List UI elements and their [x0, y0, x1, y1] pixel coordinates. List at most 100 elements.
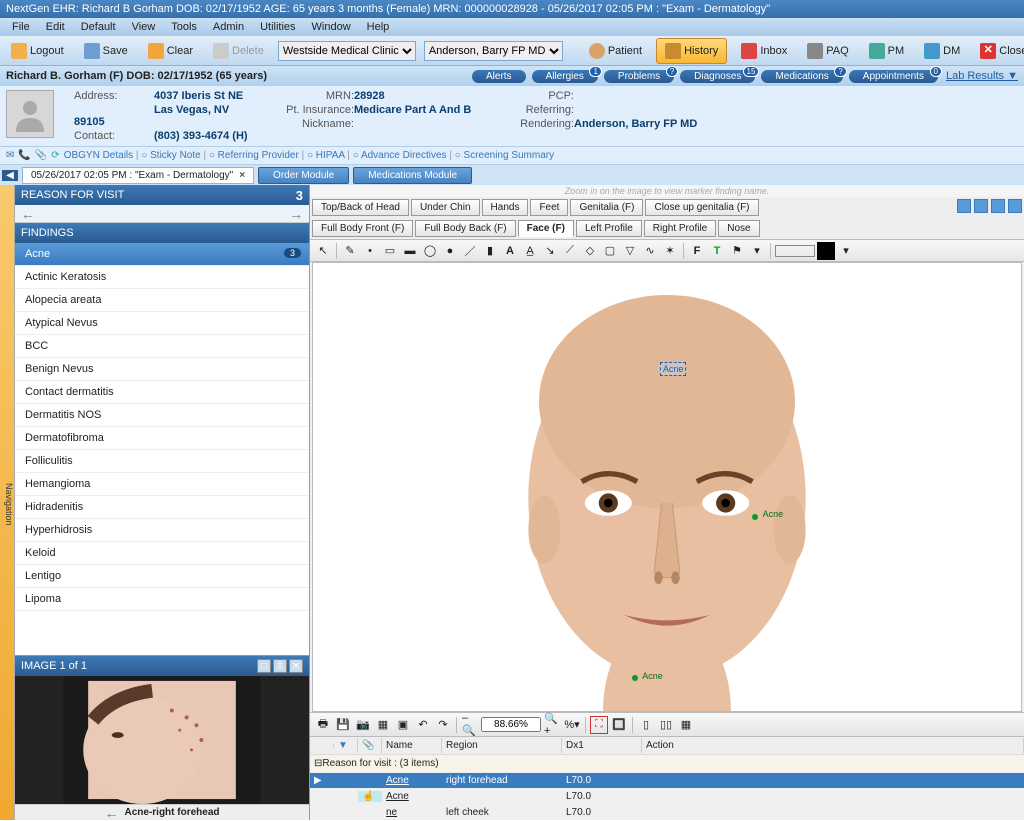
region-tab-full-body-front-f-[interactable]: Full Body Front (F)	[312, 220, 413, 237]
menu-file[interactable]: File	[4, 19, 38, 35]
menu-view[interactable]: View	[124, 19, 164, 35]
pill-medications[interactable]: Medications?	[761, 70, 842, 83]
dm-button[interactable]: DM	[918, 41, 966, 61]
order-module-button[interactable]: Order Module	[258, 167, 349, 184]
grid-icon[interactable]: ▦	[374, 716, 392, 734]
pill-alerts[interactable]: Alerts	[472, 70, 526, 83]
dropdown-tool[interactable]: ▾	[748, 242, 766, 260]
prev-arrow[interactable]: ←	[21, 206, 35, 222]
region-tab-full-body-back-f-[interactable]: Full Body Back (F)	[415, 220, 515, 237]
link-screening-summary[interactable]: ○ Screening Summary	[455, 150, 554, 161]
pencil-tool[interactable]: ✎	[341, 242, 359, 260]
lab-results-link[interactable]: Lab Results ▼	[946, 70, 1018, 82]
save-icon[interactable]: 💾	[334, 716, 352, 734]
region-tab-feet[interactable]: Feet	[530, 199, 568, 216]
textbox-tool[interactable]: A̲	[521, 242, 539, 260]
panel-restore-icon[interactable]: ⇳	[273, 659, 287, 673]
font-tool[interactable]: F	[688, 242, 706, 260]
folder-icon[interactable]	[974, 199, 988, 213]
link-sticky-note[interactable]: ○ Sticky Note	[141, 150, 200, 161]
actual-icon[interactable]: 🔲	[610, 716, 628, 734]
link-referring-provider[interactable]: ○ Referring Provider	[209, 150, 299, 161]
poly-tool[interactable]: ▽	[621, 242, 639, 260]
arrow-tool[interactable]: ↘	[541, 242, 559, 260]
link-hipaa[interactable]: ○ HIPAA	[307, 150, 345, 161]
menu-tools[interactable]: Tools	[163, 19, 205, 35]
attach-icon[interactable]: 📎	[35, 150, 47, 161]
refresh-icon[interactable]: ⟳	[51, 150, 59, 161]
paq-button[interactable]: PAQ	[801, 41, 854, 61]
rect-outline-tool[interactable]: ▭	[381, 242, 399, 260]
fill-black[interactable]	[817, 242, 835, 260]
region-tab-top-back-of-head[interactable]: Top/Back of Head	[312, 199, 409, 216]
nav-collapse[interactable]: ◀	[2, 170, 18, 181]
finding-acne[interactable]: Acne3	[15, 243, 309, 266]
menu-help[interactable]: Help	[359, 19, 398, 35]
menu-admin[interactable]: Admin	[205, 19, 252, 35]
clear-button[interactable]: Clear	[142, 41, 199, 61]
finding-bcc[interactable]: BCC	[15, 335, 309, 358]
grid-row[interactable]: ▶Acneright foreheadL70.0	[310, 772, 1024, 788]
stroke-preview[interactable]	[775, 245, 815, 257]
line-tool[interactable]: ／	[461, 242, 479, 260]
ruler-tool[interactable]: ⟋	[561, 242, 579, 260]
active-document-tab[interactable]: 05/26/2017 02:05 PM : "Exam - Dermatolog…	[22, 167, 254, 184]
marker-dot-cheek[interactable]	[752, 514, 758, 520]
finding-benign-nevus[interactable]: Benign Nevus	[15, 358, 309, 381]
region-tab-under-chin[interactable]: Under Chin	[411, 199, 480, 216]
pill-problems[interactable]: Problems?	[604, 70, 674, 83]
img-prev[interactable]: ←	[104, 805, 118, 821]
clinic-select[interactable]: Westside Medical Clinic	[278, 41, 416, 61]
menu-edit[interactable]: Edit	[38, 19, 73, 35]
navigation-sidebar-tab[interactable]: Navigation	[0, 185, 15, 820]
finding-dermatitis-nos[interactable]: Dermatitis NOS	[15, 404, 309, 427]
fill-dropdown[interactable]: ▾	[837, 242, 855, 260]
lasso-tool[interactable]: ◇	[581, 242, 599, 260]
finding-lentigo[interactable]: Lentigo	[15, 565, 309, 588]
close-button[interactable]: ✕Close	[974, 41, 1024, 61]
print-icon[interactable]: 🖶	[314, 716, 332, 734]
link-obgyn-details[interactable]: OBGYN Details	[64, 150, 133, 161]
inbox-button[interactable]: Inbox	[735, 41, 793, 61]
link-advance-directives[interactable]: ○ Advance Directives	[353, 150, 447, 161]
finding-folliculitis[interactable]: Folliculitis	[15, 450, 309, 473]
menu-window[interactable]: Window	[304, 19, 359, 35]
finding-contact-dermatitis[interactable]: Contact dermatitis	[15, 381, 309, 404]
ellipse-fill-tool[interactable]: ●	[441, 242, 459, 260]
marker-dot-neck[interactable]	[632, 675, 638, 681]
ellipse-outline-tool[interactable]: ◯	[421, 242, 439, 260]
provider-select[interactable]: Anderson, Barry FP MD	[424, 41, 563, 61]
color-tool[interactable]: T	[708, 242, 726, 260]
highlight-tool[interactable]: ▮	[481, 242, 499, 260]
menu-default[interactable]: Default	[73, 19, 124, 35]
zoom-out-icon[interactable]: –🔍	[461, 716, 479, 734]
finding-atypical-nevus[interactable]: Atypical Nevus	[15, 312, 309, 335]
text-tool[interactable]: A	[501, 242, 519, 260]
pill-allergies[interactable]: Allergies1	[532, 70, 598, 83]
grid-row[interactable]: ☝AcneL70.0	[310, 788, 1024, 804]
layout3-icon[interactable]: ▦	[677, 716, 695, 734]
region-tab-close-up-genitalia-f-[interactable]: Close up genitalia (F)	[645, 199, 758, 216]
grid-icon[interactable]	[1008, 199, 1022, 213]
dot-tool[interactable]: •	[361, 242, 379, 260]
region-tab-genitalia-f-[interactable]: Genitalia (F)	[570, 199, 643, 216]
phone-icon[interactable]: 📞	[18, 150, 30, 161]
region-tab-right-profile[interactable]: Right Profile	[644, 220, 716, 237]
measure-tool[interactable]: ✶	[661, 242, 679, 260]
logout-button[interactable]: Logout	[5, 41, 70, 61]
percent-icon[interactable]: %▾	[563, 716, 581, 734]
region-tab-hands[interactable]: Hands	[482, 199, 529, 216]
curve-tool[interactable]: ∿	[641, 242, 659, 260]
layout1-icon[interactable]: ▯	[637, 716, 655, 734]
panel-max-icon[interactable]: □	[257, 659, 271, 673]
finding-lipoma[interactable]: Lipoma	[15, 588, 309, 611]
finding-dermatofibroma[interactable]: Dermatofibroma	[15, 427, 309, 450]
grid-group[interactable]: ⊟ Reason for visit : (3 items)	[310, 754, 1024, 772]
select-icon[interactable]: ▣	[394, 716, 412, 734]
findings-list[interactable]: Acne3Actinic KeratosisAlopecia areataAty…	[15, 243, 309, 655]
selected-marker[interactable]: Acne	[660, 362, 687, 376]
delete-button[interactable]: Delete	[207, 41, 270, 61]
panel-close-icon[interactable]: ✕	[289, 659, 303, 673]
pin-icon[interactable]	[957, 199, 971, 213]
body-canvas[interactable]: Acne Acne Acne	[312, 262, 1022, 712]
